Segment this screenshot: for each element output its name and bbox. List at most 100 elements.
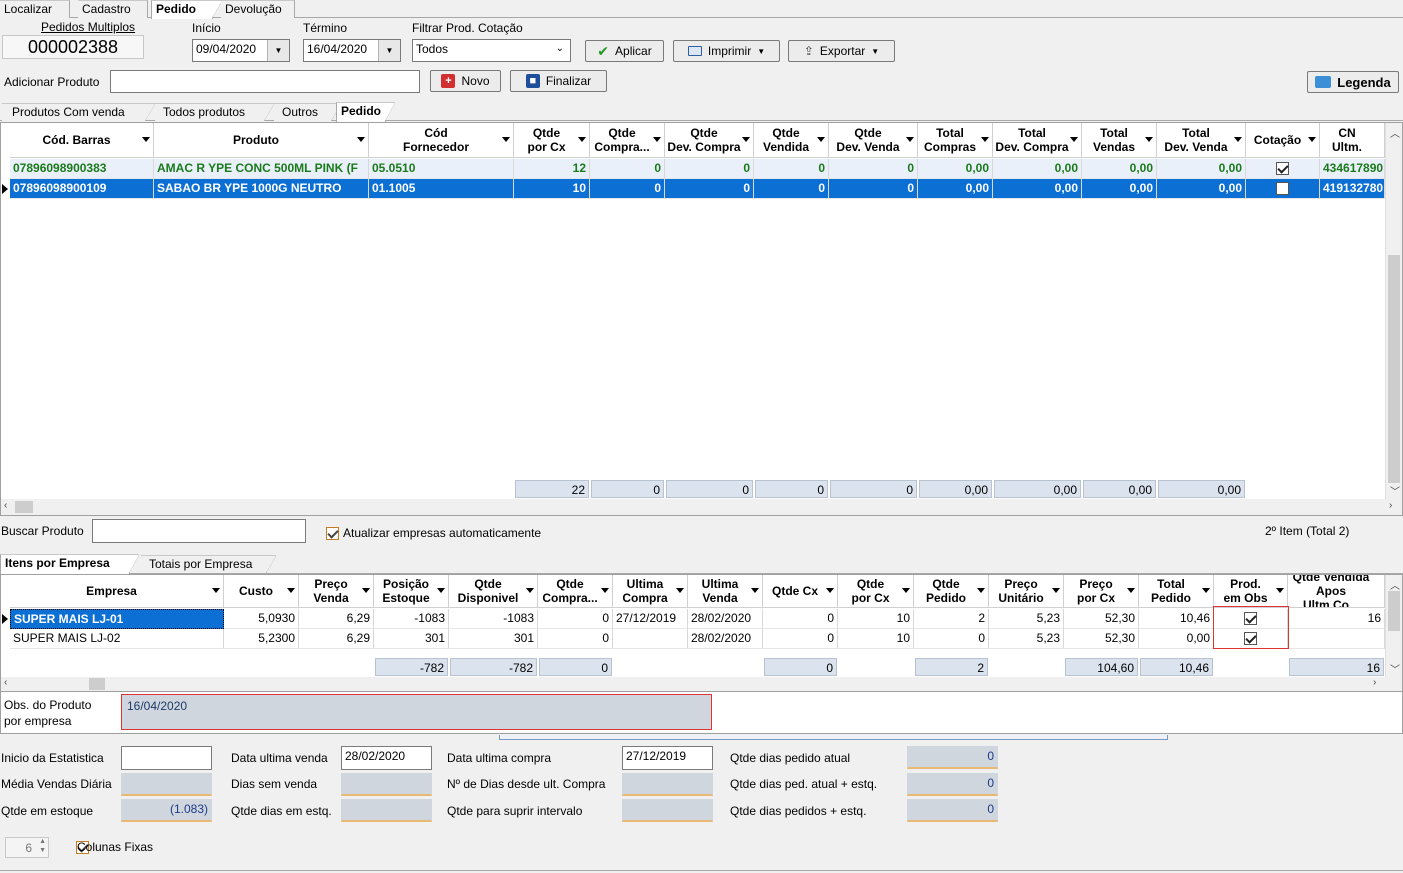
pedidos-multiplos-label[interactable]: Pedidos Multiplos	[41, 20, 135, 34]
sort-arrow-icon[interactable]	[742, 137, 750, 142]
empresa-cell-disponivel[interactable]: -1083	[449, 609, 538, 629]
sort-arrow-icon[interactable]	[362, 588, 370, 593]
product-cell-t_vendas[interactable]: 0,00	[1082, 179, 1157, 199]
empresa-cell-por_cx[interactable]: 10	[838, 629, 914, 649]
products-header-7[interactable]: Qtde Dev. Venda	[829, 123, 918, 158]
empresa-cell-preco[interactable]: 6,29	[299, 609, 374, 629]
sort-arrow-icon[interactable]	[287, 588, 295, 593]
sort-arrow-icon[interactable]	[357, 137, 365, 142]
products-header-11[interactable]: Total Dev. Venda	[1157, 123, 1246, 158]
tab-pedido[interactable]: Pedido	[151, 0, 222, 19]
product-cell-t_dev_compra[interactable]: 0,00	[993, 179, 1082, 199]
tab-devolucao[interactable]: Devolução	[221, 0, 295, 18]
sort-arrow-icon[interactable]	[1234, 137, 1242, 142]
empresa-cell-pedido[interactable]: 2	[914, 609, 989, 629]
tab-cadastro[interactable]: Cadastro	[78, 0, 148, 18]
empresa-cell-compra[interactable]: 0	[538, 629, 613, 649]
tab-itens-por-empresa[interactable]: Itens por Empresa	[0, 554, 139, 574]
sort-arrow-icon[interactable]	[601, 588, 609, 593]
cotacao-checkbox[interactable]	[1276, 182, 1289, 196]
legenda-button[interactable]: Legenda	[1307, 71, 1399, 93]
products-vertical-scrollbar[interactable]: ︿ ﹀	[1385, 123, 1402, 499]
product-cell-barcode[interactable]: 07896098900109	[10, 179, 154, 199]
sort-arrow-icon[interactable]	[1052, 588, 1060, 593]
products-header-1[interactable]: Produto	[154, 123, 369, 158]
product-cell-dev_compra[interactable]: 0	[665, 179, 754, 199]
buscar-produto-input[interactable]	[92, 519, 306, 543]
empresa-cell-ult_compra[interactable]	[613, 629, 688, 649]
empresas-header-11[interactable]: Preço Unitário	[989, 575, 1064, 608]
empresas-header-7[interactable]: Ultima Venda	[688, 575, 763, 608]
products-header-4[interactable]: Qtde Compra...	[590, 123, 665, 158]
chevron-up-icon[interactable]: ︿	[1390, 125, 1400, 140]
scroll-thumb[interactable]	[15, 501, 33, 513]
product-cell-compra[interactable]: 0	[590, 159, 665, 179]
tab-totais-por-empresa[interactable]: Totais por Empresa	[141, 555, 276, 573]
product-cell-t_compras[interactable]: 0,00	[918, 179, 993, 199]
empresa-cell-total[interactable]: 0,00	[1139, 629, 1214, 649]
empresas-header-3[interactable]: Posição Estoque	[374, 575, 449, 608]
empresa-cell-preco[interactable]: 6,29	[299, 629, 374, 649]
sort-arrow-icon[interactable]	[437, 588, 445, 593]
product-cell-compra[interactable]: 0	[590, 179, 665, 199]
sort-arrow-icon[interactable]	[751, 588, 759, 593]
data-ultima-venda-field[interactable]: 28/02/2020	[341, 746, 432, 770]
empresa-cell-unitario[interactable]: 5,23	[989, 629, 1064, 649]
chevron-left-icon[interactable]: ‹	[4, 500, 7, 511]
tab-todos-produtos[interactable]: Todos produtos	[155, 103, 274, 121]
product-cell-barcode[interactable]: 07896098900383	[10, 159, 154, 179]
empresas-header-8[interactable]: Qtde Cx	[763, 575, 838, 608]
product-cell-t_vendas[interactable]: 0,00	[1082, 159, 1157, 179]
sort-arrow-icon[interactable]	[212, 588, 220, 593]
empresas-header-2[interactable]: Preço Venda	[299, 575, 374, 608]
sort-arrow-icon[interactable]	[1070, 137, 1078, 142]
finalizar-button[interactable]: ■ Finalizar	[510, 70, 607, 92]
splitter-handle[interactable]	[499, 735, 1168, 740]
empresas-header-14[interactable]: Prod. em Obs	[1214, 575, 1288, 608]
empresas-header-13[interactable]: Total Pedido	[1139, 575, 1214, 608]
empresas-header-4[interactable]: Qtde Disponivel	[449, 575, 538, 608]
colunas-spinner[interactable]: 6 ▲ ▼	[5, 837, 49, 858]
chevron-up-icon[interactable]: ︿	[1390, 577, 1400, 592]
sort-arrow-icon[interactable]	[817, 137, 825, 142]
empresa-cell-ult_venda[interactable]: 28/02/2020	[688, 609, 763, 629]
products-header-2[interactable]: Cód Fornecedor	[369, 123, 514, 158]
empresa-cell-preco_cx[interactable]: 52,30	[1064, 629, 1139, 649]
product-cell-t_dev_venda[interactable]: 0,00	[1157, 179, 1246, 199]
empresa-cell-custo[interactable]: 5,0930	[224, 609, 299, 629]
empresas-header-9[interactable]: Qtde por Cx	[838, 575, 914, 608]
empresas-header-12[interactable]: Preço por Cx	[1064, 575, 1139, 608]
products-header-5[interactable]: Qtde Dev. Compra	[665, 123, 754, 158]
product-cell-dev_venda[interactable]: 0	[829, 179, 918, 199]
cotacao-cell[interactable]	[1246, 179, 1320, 199]
empresa-cell-ult_venda[interactable]: 28/02/2020	[688, 629, 763, 649]
tab-localizar[interactable]: Localizar	[0, 0, 70, 18]
sort-arrow-icon[interactable]	[526, 588, 534, 593]
termino-date[interactable]: 16/04/2020 ▼	[303, 39, 401, 62]
empresa-cell-compra[interactable]: 0	[538, 609, 613, 629]
chevron-right-icon[interactable]: ›	[1373, 677, 1376, 688]
atualizar-checkbox[interactable]	[326, 527, 339, 541]
product-cell-fornecedor[interactable]: 05.0510	[369, 159, 514, 179]
product-cell-produto[interactable]: AMAC R YPE CONC 500ML PINK (F	[154, 159, 369, 179]
product-cell-t_compras[interactable]: 0,00	[918, 159, 993, 179]
empresa-cell-disponivel[interactable]: 301	[449, 629, 538, 649]
product-cell-vendida[interactable]: 0	[754, 179, 829, 199]
chevron-down-icon[interactable]: ▼	[378, 40, 400, 61]
sort-arrow-icon[interactable]	[578, 137, 586, 142]
aplicar-button[interactable]: ✔ Aplicar	[585, 40, 664, 62]
sort-arrow-icon[interactable]	[502, 137, 510, 142]
empresa-cell-apos[interactable]: 16	[1288, 609, 1385, 629]
empresas-header-6[interactable]: Ultima Compra	[613, 575, 688, 608]
exportar-button[interactable]: ⇪ Exportar ▼	[788, 40, 895, 62]
products-header-12[interactable]: Cotação	[1246, 123, 1320, 158]
chevron-down-icon[interactable]: ▼	[267, 40, 289, 61]
sort-arrow-icon[interactable]	[906, 137, 914, 142]
imprimir-button[interactable]: Imprimir ▼	[673, 40, 780, 62]
sort-arrow-icon[interactable]	[1308, 137, 1316, 142]
scroll-thumb[interactable]	[89, 678, 105, 690]
product-cell-cn[interactable]: 419132780	[1320, 179, 1385, 199]
empresa-cell-pedido[interactable]: 0	[914, 629, 989, 649]
cotacao-checkbox[interactable]	[1276, 162, 1289, 176]
product-cell-fornecedor[interactable]: 01.1005	[369, 179, 514, 199]
